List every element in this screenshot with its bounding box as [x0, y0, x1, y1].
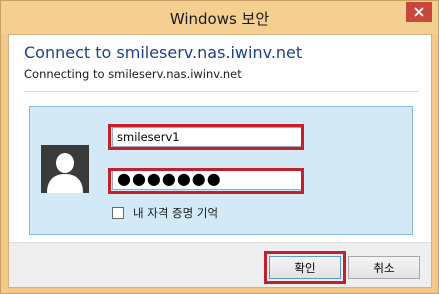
username-field[interactable] [112, 127, 304, 147]
password-field[interactable]: ●●●●●●● [112, 170, 304, 190]
dialog-heading: Connect to smileserv.nas.iwinv.net [24, 43, 303, 62]
button-bar: 확인 취소 [9, 242, 431, 287]
cancel-button[interactable]: 취소 [348, 256, 420, 279]
credential-tile: ●●●●●●● 내 자격 증명 기억 [29, 106, 413, 235]
close-icon [414, 7, 424, 17]
title-bar[interactable]: Windows 보안 [1, 1, 438, 34]
remember-label: 내 자격 증명 기억 [133, 206, 219, 220]
security-dialog-window: Windows 보안 Connect to smileserv.nas.iwin… [0, 0, 439, 294]
remember-credentials-option[interactable]: 내 자격 증명 기억 [112, 205, 218, 221]
window-title: Windows 보안 [169, 10, 270, 28]
user-avatar-icon [41, 145, 89, 193]
ok-button[interactable]: 확인 [269, 256, 341, 279]
dialog-content: Connect to smileserv.nas.iwinv.net Conne… [8, 34, 432, 288]
close-button[interactable] [406, 2, 432, 22]
divider [24, 91, 419, 92]
dialog-subheading: Connecting to smileserv.nas.iwinv.net [24, 67, 242, 81]
remember-checkbox[interactable] [112, 207, 124, 219]
